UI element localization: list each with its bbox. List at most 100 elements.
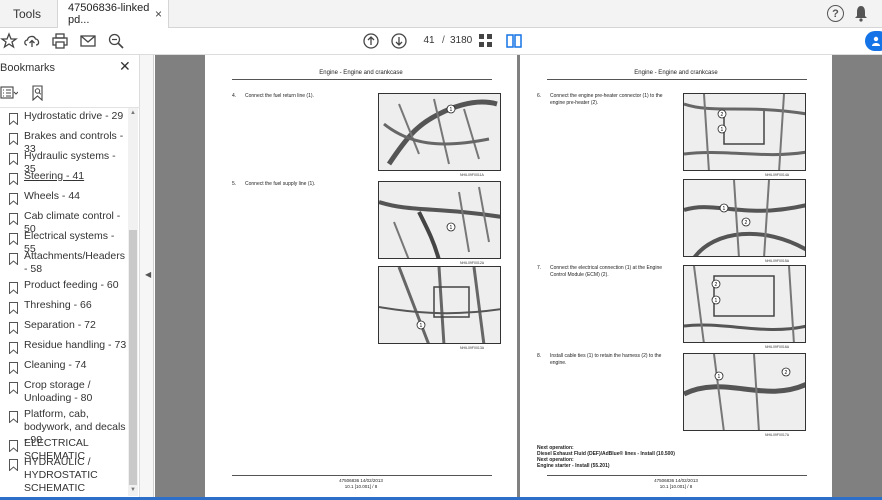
- bookmark-label: Crop storage / Unloading - 80: [24, 379, 93, 404]
- engine-illustration: 2 1: [684, 266, 805, 342]
- next-operation-link[interactable]: Engine starter - Install (55.201): [537, 463, 675, 469]
- step-text: Connect the engine pre-heater connector …: [550, 93, 663, 106]
- engine-illustration: 1: [379, 182, 500, 258]
- svg-text:2: 2: [745, 220, 748, 226]
- figure-caption: NHIL09F0013A: [460, 346, 485, 350]
- svg-text:1: 1: [721, 127, 724, 133]
- zoom-icon[interactable]: [107, 32, 125, 50]
- page-number-input[interactable]: 41: [417, 32, 441, 50]
- svg-text:1: 1: [718, 374, 721, 380]
- engine-illustration: 1: [379, 94, 500, 170]
- figure-caption: NHIL09F0017A: [765, 433, 790, 437]
- figure-cable-ties: 1 2: [683, 353, 806, 431]
- page-footer: 47506836 14/02/2013 10.1 [10.001] / 8: [205, 478, 517, 490]
- scroll-down-arrow-icon[interactable]: ▼: [130, 487, 136, 493]
- close-tab-icon[interactable]: ×: [155, 7, 162, 21]
- bookmark-label: Product feeding - 60: [24, 279, 119, 291]
- bookmark-label: Steering - 41: [24, 170, 85, 182]
- bookmark-icon: [9, 322, 18, 334]
- page-thumbnail-icon[interactable]: [477, 32, 495, 50]
- page-down-icon[interactable]: [390, 32, 408, 50]
- scroll-up-arrow-icon[interactable]: ▲: [130, 110, 136, 116]
- figure-caption: NHIL09F0015A: [765, 259, 790, 263]
- svg-text:1: 1: [723, 206, 726, 212]
- bookmark-icon: [9, 133, 18, 145]
- figure-caption: NHIL09F0012A: [460, 261, 485, 265]
- document-tab[interactable]: 47506836-linked pd... ×: [57, 0, 169, 28]
- bookmark-list: Hydrostatic drive - 29 Brakes and contro…: [0, 110, 128, 498]
- email-icon[interactable]: [79, 32, 97, 50]
- page-up-icon[interactable]: [362, 32, 380, 50]
- figure-caption: NHIL09F0014A: [765, 173, 790, 177]
- bookmark-search-icon[interactable]: [31, 85, 45, 101]
- step-6: 6. Connect the engine pre-heater connect…: [537, 93, 677, 107]
- svg-text:2: 2: [721, 112, 724, 118]
- bookmark-label: Separation - 72: [24, 319, 96, 331]
- step-number: 8.: [537, 353, 542, 359]
- document-viewport[interactable]: Engine - Engine and crankcase 4. Connect…: [155, 55, 882, 500]
- figure-fuel-return-line: 1: [378, 93, 501, 171]
- bookmark-icon: [9, 173, 18, 185]
- step-text: Connect the fuel return line (1).: [245, 93, 314, 99]
- bookmarks-toolbar: [0, 83, 140, 105]
- step-text: Install cable ties (1) to retain the har…: [550, 353, 662, 366]
- account-button[interactable]: [865, 31, 882, 51]
- figure-fuel-supply-line: 1: [378, 181, 501, 259]
- print-icon[interactable]: [51, 32, 69, 50]
- bookmark-icon: [9, 411, 18, 423]
- figure-ecm-connection: 2 1: [683, 265, 806, 343]
- bookmark-icon: [9, 440, 18, 452]
- bell-icon[interactable]: [854, 5, 868, 22]
- bookmark-label: Hydrostatic drive - 29: [24, 110, 124, 122]
- step-number: 6.: [537, 93, 542, 99]
- step-text: Connect the electrical connection (1) at…: [550, 265, 663, 278]
- document-page-right: Engine - Engine and crankcase 6. Connect…: [520, 55, 832, 500]
- toolbar: 41 / 3180: [0, 28, 882, 55]
- step-text: Connect the fuel supply line (1).: [245, 181, 316, 187]
- close-panel-icon[interactable]: ✕: [119, 58, 131, 75]
- step-number: 4.: [232, 93, 237, 99]
- step-5: 5. Connect the fuel supply line (1).: [232, 181, 372, 191]
- step-7: 7. Connect the electrical connection (1)…: [537, 265, 677, 279]
- bookmark-icon: [9, 382, 18, 394]
- collapse-panel-icon[interactable]: ◀: [145, 270, 151, 279]
- bookmark-label: Residue handling - 73: [24, 339, 127, 351]
- two-page-icon[interactable]: [505, 32, 523, 50]
- panel-divider: [0, 107, 140, 108]
- bookmark-icon: [9, 302, 18, 314]
- help-icon[interactable]: ?: [827, 5, 844, 22]
- svg-text:1: 1: [450, 107, 453, 113]
- bookmark-icon: [9, 113, 18, 125]
- bookmark-icon: [9, 282, 18, 294]
- svg-text:2: 2: [715, 282, 718, 288]
- footer-line-2: 10.1 [10.001] / 8: [659, 484, 693, 489]
- scroll-thumb[interactable]: [129, 230, 137, 485]
- engine-illustration: 1 2: [684, 354, 805, 430]
- svg-text:1: 1: [450, 225, 453, 231]
- step-number: 5.: [232, 181, 237, 187]
- footer-line-2: 10.1 [10.001] / 8: [344, 484, 378, 489]
- engine-illustration: 2 1: [684, 94, 805, 170]
- svg-text:1: 1: [420, 323, 423, 329]
- figure-fuel-supply-detail: 1: [378, 266, 501, 344]
- figure-caption: NHIL09F0011A: [460, 173, 484, 177]
- bookmark-label: Threshing - 66: [24, 299, 92, 311]
- document-page-left: Engine - Engine and crankcase 4. Connect…: [205, 55, 517, 500]
- bookmark-label: Cleaning - 74: [24, 359, 87, 371]
- figure-pre-heater-detail: 1 2: [683, 179, 806, 257]
- document-tab-label: 47506836-linked pd...: [68, 2, 150, 26]
- star-icon[interactable]: [0, 32, 18, 50]
- tools-tab[interactable]: Tools: [0, 0, 52, 28]
- step-number: 7.: [537, 265, 542, 271]
- bookmark-icon: [9, 213, 18, 225]
- header-rule: [232, 79, 492, 80]
- upload-icon[interactable]: [23, 32, 41, 50]
- bookmark-options-icon[interactable]: [0, 86, 18, 100]
- bookmark-label: Wheels - 44: [24, 190, 81, 202]
- tab-bar: Tools 47506836-linked pd... × ?: [0, 0, 882, 28]
- bookmark-icon: [9, 253, 18, 265]
- page-footer: 47506836 14/02/2013 10.1 [10.001] / 8: [520, 478, 832, 490]
- bookmarks-title: Bookmarks: [0, 62, 56, 74]
- bookmark-icon: [9, 233, 18, 245]
- bookmark-icon: [9, 193, 18, 205]
